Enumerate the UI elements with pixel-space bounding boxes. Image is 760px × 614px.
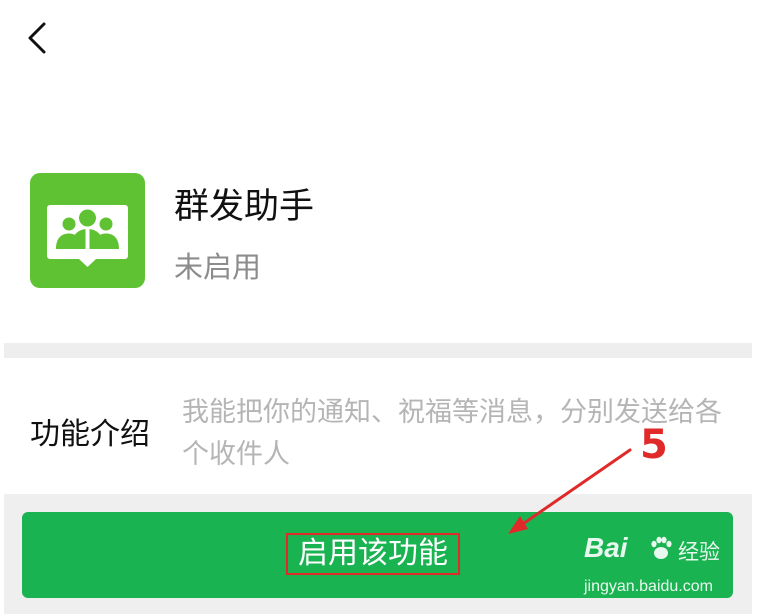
enable-feature-label: 启用该功能 [286,533,460,575]
step-number: 5 [640,422,668,468]
group-message-icon [47,205,128,267]
intro-label: 功能介绍 [30,417,150,452]
chevron-left-icon [28,22,46,54]
section-divider [4,343,752,358]
back-button[interactable] [20,18,60,58]
app-icon [30,173,145,288]
app-status: 未启用 [174,250,262,284]
app-title: 群发助手 [174,187,315,227]
